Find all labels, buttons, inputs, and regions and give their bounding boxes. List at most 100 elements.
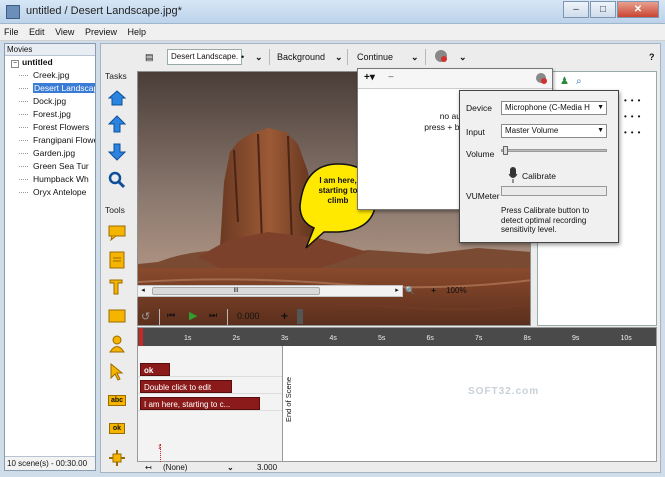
scene-toolbar: ▤ Desert Landscape. • ⌄ Background ⌄ Con… xyxy=(141,46,661,68)
zoom-controls: 🔍 + 100% xyxy=(405,285,531,297)
recording-settings-popup: Device Microphone (C-Media H ▼ Input Mast… xyxy=(459,90,619,243)
dot-icon: • xyxy=(241,52,245,62)
tree-root[interactable]: − untitled xyxy=(5,56,95,69)
movies-header: Movies xyxy=(5,44,95,56)
abc-icon[interactable]: abc xyxy=(107,390,127,410)
arrow-up-icon[interactable] xyxy=(107,114,127,134)
movie-item[interactable]: Desert Landscape xyxy=(5,82,95,95)
canvas-hscrollbar[interactable]: ◂ III ▸ xyxy=(137,285,403,297)
scene-count-status: 10 scene(s) - 00:30.00 xyxy=(5,456,95,470)
ruler-tick-label: 4s xyxy=(329,335,337,342)
background-chevron-icon[interactable]: ⌄ xyxy=(335,48,343,66)
zoom-icon[interactable] xyxy=(107,170,127,190)
add-audio-button[interactable]: +▾ xyxy=(364,72,375,83)
title-bar: untitled / Desert Landscape.jpg* – □ ✕ xyxy=(0,0,665,24)
crosshair-icon[interactable] xyxy=(107,448,127,468)
scroll-thumb[interactable]: III xyxy=(152,287,320,295)
note-icon[interactable] xyxy=(107,250,127,270)
help-button[interactable]: ? xyxy=(649,48,655,66)
search-icon[interactable]: ⌕ xyxy=(576,76,582,87)
text-icon[interactable] xyxy=(107,277,127,297)
vumeter-bar xyxy=(501,186,607,196)
film-icon[interactable]: ▤ xyxy=(145,48,154,66)
zoom-out-icon[interactable]: 🔍 xyxy=(405,286,415,295)
edit-clip[interactable]: Double click to edit xyxy=(140,380,232,393)
tasks-label: Tasks xyxy=(105,71,127,81)
audio-chevron-icon[interactable]: ⌄ xyxy=(459,48,467,66)
timeline-ruler[interactable]: 1s 2s 3s 4s 5s 6s 7s 8s 9s 10s xyxy=(138,328,656,346)
menu-help[interactable]: Help xyxy=(123,24,150,40)
dropdown-arrow-icon: ▼ xyxy=(597,127,604,134)
minimize-button[interactable]: – xyxy=(563,1,589,18)
close-button[interactable]: ✕ xyxy=(617,1,659,18)
pointer-icon[interactable] xyxy=(107,362,127,382)
movie-item[interactable]: Oryx Antelope xyxy=(5,186,95,199)
movie-item[interactable]: Creek.jpg xyxy=(5,69,95,82)
time-display: 0.000 xyxy=(237,311,260,321)
transition-chevron-icon[interactable]: ⌄ xyxy=(227,462,234,474)
end-of-scene-label: End of Scene xyxy=(284,376,293,422)
arrow-down-icon[interactable] xyxy=(107,142,127,162)
ok-icon[interactable]: ok xyxy=(107,418,127,438)
ruler-tick-label: 3s xyxy=(281,335,289,342)
transition-status: ↤ (None) ⌄ 3.000 xyxy=(137,462,657,474)
playhead[interactable] xyxy=(139,328,143,346)
scroll-left-icon[interactable]: ◂ xyxy=(138,286,148,296)
device-select[interactable]: Microphone (C-Media H ▼ xyxy=(501,101,607,115)
forward-icon[interactable]: ⏭ xyxy=(209,310,217,321)
movie-item[interactable]: Garden.jpg xyxy=(5,147,95,160)
calibrate-note: Press Calibrate button to detect optimal… xyxy=(501,206,590,234)
scene-name-field[interactable]: Desert Landscape. xyxy=(167,49,243,65)
window-title: untitled / Desert Landscape.jpg* xyxy=(26,5,182,17)
speech-bubble-icon[interactable] xyxy=(107,223,127,243)
movie-item[interactable]: Forest Flowers xyxy=(5,121,95,134)
remove-audio-button[interactable]: − xyxy=(388,72,394,83)
ruler-tick-label: 5s xyxy=(378,335,386,342)
menu-view[interactable]: View xyxy=(51,24,78,40)
movie-item[interactable]: Forest.jpg xyxy=(5,108,95,121)
rectangle-icon[interactable] xyxy=(107,306,127,326)
volume-label: Volume xyxy=(466,149,495,159)
movie-item[interactable]: Frangipani Flower xyxy=(5,134,95,147)
continue-button[interactable]: Continue xyxy=(357,48,393,66)
transition-icon[interactable]: ↤ xyxy=(145,462,152,474)
walk-icon[interactable]: ♟ xyxy=(560,76,569,87)
movie-item[interactable]: Humpback Wh xyxy=(5,173,95,186)
movie-item[interactable]: Dock.jpg xyxy=(5,95,95,108)
timeline-toolbar: ↺ ⏮ ▶ ⏭ 0.000 + xyxy=(137,307,657,327)
dropdown-arrow-icon: ▼ xyxy=(597,104,604,111)
ok-clip[interactable]: ok xyxy=(140,363,170,376)
background-button[interactable]: Background xyxy=(277,48,325,66)
movie-item[interactable]: Green Sea Tur xyxy=(5,160,95,173)
grid-dots-row-2: ••• xyxy=(624,112,645,121)
home-icon[interactable] xyxy=(107,88,127,108)
undo-icon[interactable]: ↺ xyxy=(141,310,150,323)
play-icon[interactable]: ▶ xyxy=(189,309,197,322)
calibrate-button[interactable]: Calibrate xyxy=(522,171,556,181)
scene-chevron-icon[interactable]: ⌄ xyxy=(255,48,263,66)
transition-value[interactable]: (None) xyxy=(163,462,187,474)
add-keyframe-button[interactable]: + xyxy=(281,309,288,323)
rewind-icon[interactable]: ⏮ xyxy=(167,310,175,321)
marker-number: 1 xyxy=(158,445,162,451)
record-settings-icon[interactable] xyxy=(534,71,548,88)
menu-file[interactable]: File xyxy=(0,24,23,40)
volume-slider[interactable] xyxy=(501,149,607,152)
audio-icon[interactable] xyxy=(433,48,449,66)
volume-slider-thumb[interactable] xyxy=(503,146,509,155)
zoom-in-icon[interactable]: + xyxy=(431,286,436,295)
scroll-right-icon[interactable]: ▸ xyxy=(392,286,402,296)
grid-dots-row-3: ••• xyxy=(624,128,645,137)
person-icon[interactable] xyxy=(107,334,127,354)
menu-preview[interactable]: Preview xyxy=(81,24,121,40)
bubble-clip[interactable]: I am here, starting to c... xyxy=(140,397,260,410)
input-select[interactable]: Master Volume ▼ xyxy=(501,124,607,138)
ruler-tick-label: 10s xyxy=(620,335,632,342)
duration-value[interactable]: 3.000 xyxy=(257,462,277,474)
maximize-button[interactable]: □ xyxy=(590,1,616,18)
continue-chevron-icon[interactable]: ⌄ xyxy=(411,48,419,66)
timeline-slider-handle[interactable] xyxy=(297,309,303,324)
collapse-icon[interactable]: − xyxy=(11,60,19,68)
app-icon xyxy=(6,5,20,19)
menu-edit[interactable]: Edit xyxy=(25,24,49,40)
